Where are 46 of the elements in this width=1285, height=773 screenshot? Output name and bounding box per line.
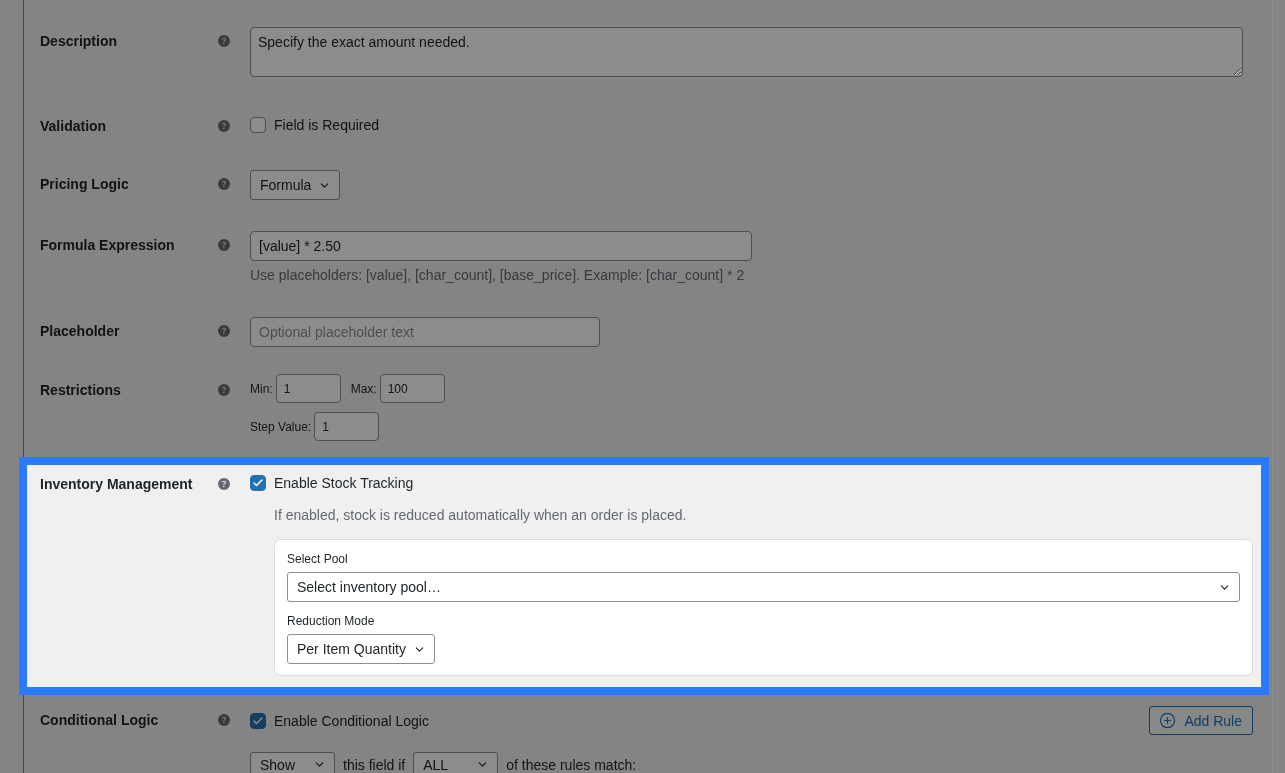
field-label: Reduction Mode — [287, 614, 376, 628]
checkbox[interactable] — [250, 475, 266, 491]
rule-text: this field if — [343, 756, 406, 772]
help-icon[interactable] — [218, 239, 230, 251]
field-label: Description — [40, 32, 118, 50]
description-textarea[interactable]: Specify the exact amount needed. — [250, 27, 1243, 77]
field-label: Conditional Logic — [40, 711, 160, 729]
action-select[interactable]: Show — [250, 752, 335, 773]
input-label: Step Value: — [250, 419, 312, 434]
plus-circle-icon — [1159, 712, 1177, 729]
checkbox[interactable] — [250, 712, 266, 729]
help-text: If enabled, stock is reduced automatically when an order is placed. — [274, 506, 688, 524]
help-icon[interactable] — [218, 35, 230, 47]
help-icon[interactable] — [218, 325, 230, 337]
placeholder-input[interactable]: Optional placeholder text — [250, 317, 600, 347]
pool-select[interactable]: Select inventory pool… — [287, 572, 1240, 602]
field-label: Formula Expression — [40, 236, 176, 254]
rule-text: of these rules match: — [506, 756, 637, 772]
field-label: Inventory Management — [40, 475, 194, 493]
match-select[interactable]: ALL — [413, 752, 499, 773]
field-label: Placeholder — [40, 322, 121, 340]
checkbox-label: Field is Required — [274, 117, 380, 133]
help-icon[interactable] — [218, 384, 230, 396]
checkmark-icon — [252, 477, 264, 489]
number-input[interactable]: 1 — [275, 374, 341, 403]
field-label: Restrictions — [40, 381, 122, 399]
checkbox-label: Enable Stock Tracking — [274, 475, 414, 491]
checkbox[interactable] — [250, 117, 266, 133]
help-icon[interactable] — [218, 120, 230, 132]
input-label: Max: — [350, 381, 377, 396]
input-label: Min: — [250, 381, 273, 396]
number-input[interactable]: 1 — [314, 412, 380, 441]
help-icon[interactable] — [218, 714, 230, 726]
field-label: Pricing Logic — [40, 175, 130, 193]
checkbox-label: Enable Conditional Logic — [274, 712, 429, 729]
add-rule-button[interactable]: Add Rule — [1149, 706, 1253, 735]
number-input[interactable]: 100 — [379, 374, 445, 403]
help-text: Use placeholders: [value], [char_count], [base_price]. Example: [char_count] * 2 — [250, 266, 746, 284]
field-label: Select Pool — [287, 552, 349, 566]
reduction-mode-select[interactable]: Per Item Quantity — [287, 634, 435, 664]
formula-input[interactable]: [value] * 2.50 — [250, 231, 752, 261]
pricing-select[interactable]: Formula — [250, 170, 341, 200]
checkmark-icon — [252, 714, 264, 727]
help-icon[interactable] — [218, 178, 230, 190]
field-label: Validation — [40, 117, 108, 135]
help-icon[interactable] — [218, 478, 230, 490]
